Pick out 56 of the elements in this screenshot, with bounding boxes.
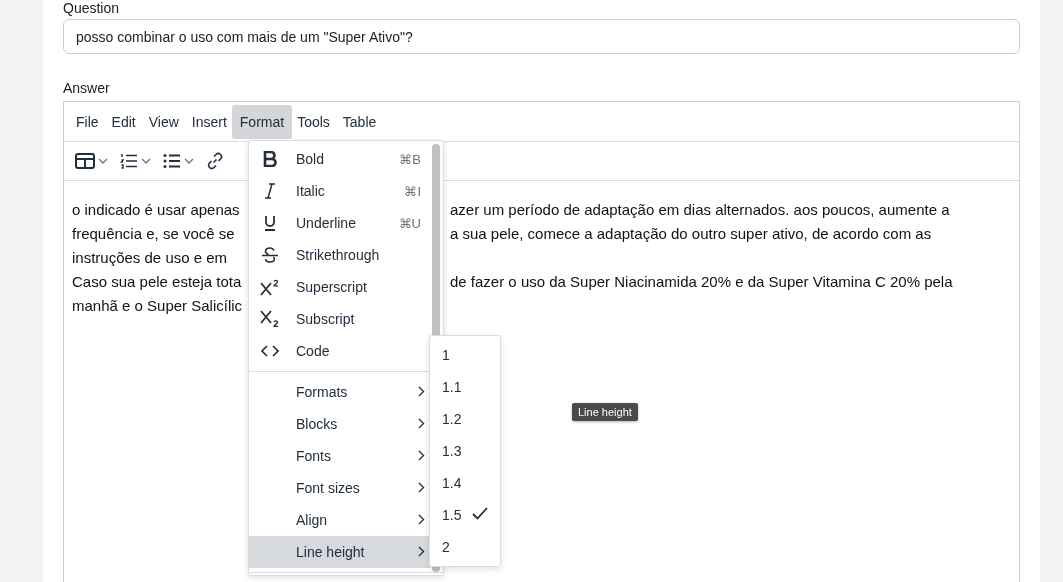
chevron-down-icon: [98, 158, 108, 164]
superscript-icon: [260, 278, 280, 296]
menu-item[interactable]: Fonts: [249, 440, 431, 472]
chevron-down-icon: [184, 158, 194, 164]
subscript-icon: [260, 310, 280, 328]
text-line: manhã e o Super Salicílic: [72, 296, 243, 316]
text-line: Caso sua pele esteja tota: [72, 272, 242, 292]
menu-item[interactable]: Blocks: [249, 408, 431, 440]
menu-item[interactable]: Font sizes: [249, 472, 431, 504]
italic-icon: [264, 183, 276, 199]
menu-item[interactable]: Italic ⌘I: [249, 175, 431, 207]
menu-item[interactable]: 1.2: [430, 403, 500, 435]
shortcut-hint: ⌘B: [399, 151, 421, 167]
text-line: azer um período de adaptação em dias alternados. aos poucos, aumente a: [450, 200, 950, 220]
menu-item[interactable]: Formats: [249, 376, 431, 408]
text-line: frequência e, se você se: [72, 224, 235, 244]
menu-item[interactable]: Format: [231, 104, 293, 139]
text-line: o indicado é usar apenas: [72, 200, 240, 220]
code-icon: [261, 345, 279, 357]
menu-item[interactable]: Bold ⌘B: [249, 143, 431, 175]
text-line: a sua pele, comece a adaptação do outro super ativo, de acordo com as: [450, 224, 932, 244]
menu-item[interactable]: Code: [249, 335, 431, 367]
chevron-down-icon: [141, 158, 151, 164]
menu-item[interactable]: Strikethrough: [249, 239, 431, 271]
underline-icon: [264, 215, 276, 231]
text-line: de fazer o uso da Super Niacinamida 20% e da Super Vitamina C 20% pela: [450, 272, 953, 292]
field-label: Question: [63, 0, 120, 16]
chevron-right-icon: [418, 450, 425, 461]
menu-item[interactable]: Line height: [249, 536, 431, 568]
chevron-right-icon: [418, 386, 425, 397]
menu-item[interactable]: Superscript: [249, 271, 431, 303]
menu-item[interactable]: Underline ⌘U: [249, 207, 431, 239]
table-icon: [75, 153, 95, 169]
chevron-right-icon: [418, 418, 425, 429]
chevron-right-icon: [418, 546, 425, 557]
question-field[interactable]: posso combinar o uso com mais de um "Super Ativo"?: [63, 19, 1020, 54]
menu-item[interactable]: 1: [430, 339, 500, 371]
field-label: Answer: [63, 80, 110, 96]
menu-item[interactable]: 1.4: [430, 467, 500, 499]
tooltip: Line height: [572, 403, 638, 421]
menu-item[interactable]: 1.3: [430, 435, 500, 467]
chevron-right-icon: [418, 514, 425, 525]
menu-item[interactable]: 1.5: [430, 499, 500, 531]
shortcut-hint: ⌘U: [398, 215, 421, 231]
bold-icon: [263, 151, 277, 167]
menu-item[interactable]: 2: [430, 531, 500, 563]
menu-item[interactable]: Subscript: [249, 303, 431, 335]
link-icon: [206, 152, 224, 170]
strikethrough-icon: [261, 247, 279, 263]
numbered-list-icon: [120, 153, 138, 169]
shortcut-hint: ⌘I: [404, 183, 421, 199]
menu-item[interactable]: Align: [249, 504, 431, 536]
menu-item[interactable]: 1.1: [430, 371, 500, 403]
bullet-list-icon: [163, 153, 181, 169]
text-line: instruções de uso e em: [72, 248, 228, 268]
chevron-right-icon: [418, 482, 425, 493]
